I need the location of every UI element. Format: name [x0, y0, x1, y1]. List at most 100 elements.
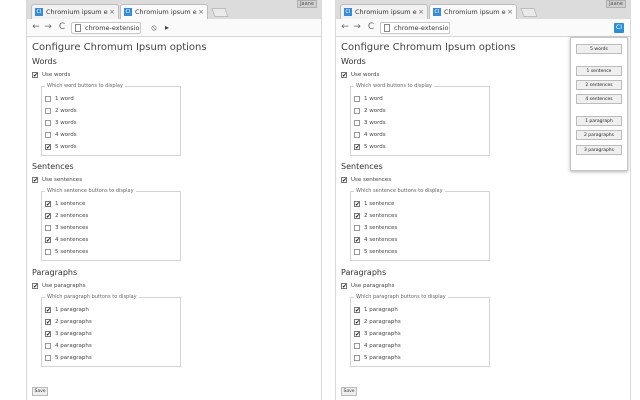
option-2-paragraphs[interactable]: ✔ 2 paragraphs [354, 319, 401, 326]
insert-2-sentences-button[interactable]: 2 sentences [576, 80, 622, 90]
option-3-sentences[interactable]: 3 sentences [45, 225, 88, 231]
checkbox[interactable] [354, 225, 360, 231]
tab-options[interactable]: CI Chromium ipsum extensio × [340, 4, 428, 19]
window-user-button[interactable]: Jaane [606, 0, 626, 8]
tab-active[interactable]: CI Chromium ipsum extens × [429, 4, 517, 19]
option-5-paragraphs[interactable]: 5 paragraphs [45, 355, 92, 361]
checkbox[interactable] [45, 120, 51, 126]
save-button[interactable]: Save [341, 387, 357, 396]
option-4-sentences[interactable]: ✔ 4 sentences [45, 237, 88, 244]
block-icon[interactable]: ⦸ [149, 23, 159, 33]
checkbox[interactable]: ✔ [354, 201, 360, 208]
option-4-words[interactable]: 4 words [354, 132, 386, 138]
save-button[interactable]: Save [32, 387, 48, 396]
option-1-paragraph[interactable]: ✔ 1 paragraph [354, 307, 398, 314]
checkbox[interactable]: ✔ [354, 213, 360, 220]
checkbox[interactable]: ✔ [354, 319, 360, 326]
insert-2-paragraphs-button[interactable]: 2 paragraphs [576, 130, 622, 140]
use-sentences-checkbox[interactable]: ✔ Use sentences [32, 177, 82, 184]
reload-icon[interactable]: C [57, 22, 67, 33]
checkbox[interactable]: ✔ [32, 177, 38, 184]
insert-3-paragraphs-button[interactable]: 3 paragraphs [576, 145, 622, 155]
close-tab-icon[interactable]: × [506, 8, 514, 16]
checkbox[interactable]: ✔ [354, 144, 360, 151]
use-sentences-checkbox[interactable]: ✔ Use sentences [341, 177, 391, 184]
option-5-words[interactable]: ✔ 5 words [354, 144, 386, 151]
checkbox[interactable]: ✔ [354, 331, 360, 338]
checkbox[interactable] [354, 108, 360, 114]
new-tab-button[interactable] [211, 8, 229, 17]
option-4-sentences[interactable]: ✔ 4 sentences [354, 237, 397, 244]
address-bar[interactable]: chrome-extensio [380, 22, 450, 34]
checkbox[interactable]: ✔ [354, 237, 360, 244]
option-4-words[interactable]: 4 words [45, 132, 77, 138]
option-1-word[interactable]: 1 word [45, 96, 74, 102]
checkbox[interactable]: ✔ [341, 283, 347, 290]
use-words-checkbox[interactable]: ✔ Use words [341, 72, 379, 79]
insert-5-words-button[interactable]: 5 words [576, 44, 622, 54]
checkbox[interactable] [45, 96, 51, 102]
option-3-words[interactable]: 3 words [45, 120, 77, 126]
checkbox[interactable] [354, 132, 360, 138]
window-user-button[interactable]: Jaane [297, 0, 317, 8]
option-2-sentences[interactable]: ✔ 2 sentences [45, 213, 88, 220]
option-2-words[interactable]: 2 words [45, 108, 77, 114]
checkbox[interactable] [354, 343, 360, 349]
checkbox[interactable] [354, 96, 360, 102]
checkbox[interactable] [45, 132, 51, 138]
back-icon[interactable]: ← [340, 22, 350, 33]
use-paragraphs-checkbox[interactable]: ✔ Use paragraphs [32, 283, 85, 290]
checkbox[interactable]: ✔ [45, 307, 51, 314]
option-5-sentences[interactable]: 5 sentences [354, 249, 397, 255]
checkbox[interactable] [45, 355, 51, 361]
option-2-paragraphs[interactable]: ✔ 2 paragraphs [45, 319, 92, 326]
insert-4-sentences-button[interactable]: 4 sentences [576, 94, 622, 104]
checkbox[interactable]: ✔ [45, 237, 51, 244]
option-3-paragraphs[interactable]: ✔ 3 paragraphs [45, 331, 92, 338]
option-1-word[interactable]: 1 word [354, 96, 383, 102]
checkbox[interactable] [354, 249, 360, 255]
checkbox[interactable] [45, 225, 51, 231]
checkbox[interactable]: ✔ [45, 319, 51, 326]
insert-1-paragraph-button[interactable]: 1 paragraph [576, 116, 622, 126]
option-3-sentences[interactable]: 3 sentences [354, 225, 397, 231]
use-words-checkbox[interactable]: ✔ Use words [32, 72, 70, 79]
option-1-sentence[interactable]: ✔ 1 sentence [354, 201, 394, 208]
checkbox[interactable] [45, 249, 51, 255]
insert-1-sentence-button[interactable]: 1 sentence [576, 66, 622, 76]
checkbox[interactable] [45, 108, 51, 114]
checkbox[interactable]: ✔ [45, 201, 51, 208]
back-icon[interactable]: ← [31, 22, 41, 33]
tab-options[interactable]: CI Chromium ipsum extensio × [31, 4, 119, 19]
option-5-paragraphs[interactable]: 5 paragraphs [354, 355, 401, 361]
checkbox[interactable]: ✔ [45, 213, 51, 220]
checkbox[interactable] [354, 355, 360, 361]
checkbox[interactable]: ✔ [354, 307, 360, 314]
checkbox[interactable] [354, 120, 360, 126]
address-bar[interactable]: chrome-extensio [71, 22, 141, 34]
option-1-sentence[interactable]: ✔ 1 sentence [45, 201, 85, 208]
option-2-sentences[interactable]: ✔ 2 sentences [354, 213, 397, 220]
option-4-paragraphs[interactable]: 4 paragraphs [354, 343, 401, 349]
checkbox[interactable]: ✔ [45, 331, 51, 338]
option-2-words[interactable]: 2 words [354, 108, 386, 114]
option-4-paragraphs[interactable]: 4 paragraphs [45, 343, 92, 349]
checkbox[interactable] [45, 343, 51, 349]
close-tab-icon[interactable]: × [197, 8, 205, 16]
forward-icon[interactable]: → [43, 22, 53, 33]
close-tab-icon[interactable]: × [108, 8, 116, 16]
option-5-sentences[interactable]: 5 sentences [45, 249, 88, 255]
use-paragraphs-checkbox[interactable]: ✔ Use paragraphs [341, 283, 394, 290]
checkbox[interactable]: ✔ [32, 283, 38, 290]
close-tab-icon[interactable]: × [417, 8, 425, 16]
checkbox[interactable]: ✔ [341, 72, 347, 79]
checkbox[interactable]: ✔ [45, 144, 51, 151]
checkbox[interactable]: ✔ [341, 177, 347, 184]
option-1-paragraph[interactable]: ✔ 1 paragraph [45, 307, 89, 314]
option-3-paragraphs[interactable]: ✔ 3 paragraphs [354, 331, 401, 338]
extension-icon[interactable]: CI [614, 23, 624, 33]
option-5-words[interactable]: ✔ 5 words [45, 144, 77, 151]
tab-active[interactable]: CI Chromium ipsum extens × [120, 4, 208, 19]
option-3-words[interactable]: 3 words [354, 120, 386, 126]
checkbox[interactable]: ✔ [32, 72, 38, 79]
